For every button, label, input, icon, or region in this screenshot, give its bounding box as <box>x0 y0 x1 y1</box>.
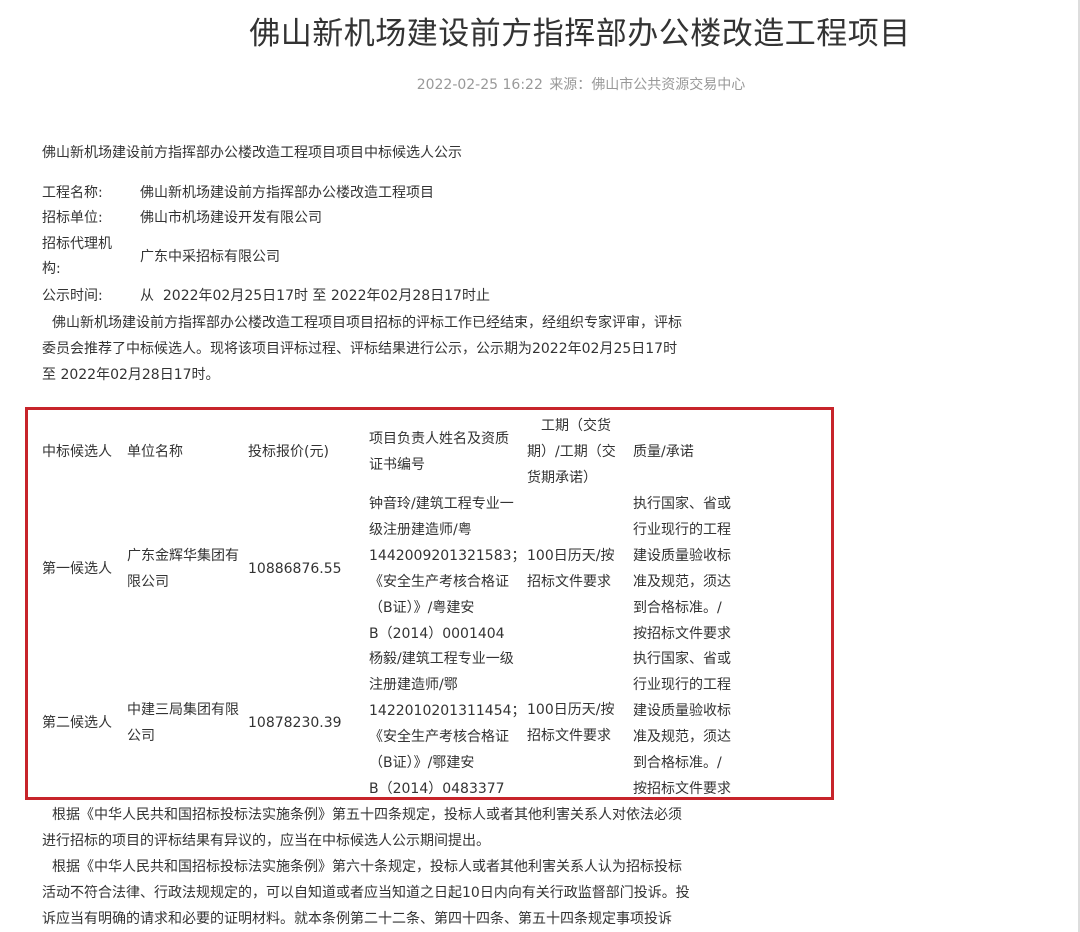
paragraph-line: 进行招标的项目的评标结果有异议的，应当在中标候选人公示期间提出。 <box>42 833 490 849</box>
intro-paragraph: 佛山新机场建设前方指挥部办公楼改造工程项目项目招标的评标工作已经结束，经组织专家… <box>42 310 742 388</box>
complaint-paragraph: 根据《中华人民共和国招标投标法实施条例》第六十条规定，投标人或者其他利害关系人认… <box>42 854 742 932</box>
field-label-line: 构: <box>42 261 61 277</box>
field-label-line: 招标代理机 <box>42 236 112 252</box>
paragraph-line: 至 2022年02月28日17时。 <box>42 367 220 383</box>
notice-heading: 佛山新机场建设前方指挥部办公楼改造工程项目项目中标候选人公示 <box>42 145 462 161</box>
paragraph-line: 活动不符合法律、行政法规规定的，可以自知道或者应当知道之日起10日内向有关行政监… <box>42 885 690 901</box>
field-label: 工程名称: <box>42 185 103 201</box>
field-value: 佛山市机场建设开发有限公司 <box>140 210 322 226</box>
field-label: 招标代理机 构: <box>42 232 122 282</box>
field-value: 广东中采招标有限公司 <box>140 249 280 265</box>
article-meta: 2022-02-25 16:22 来源：佛山市公共资源交易中心 <box>0 74 1080 94</box>
publish-date: 2022-02-25 16:22 <box>416 77 543 93</box>
source-label: 来源： <box>549 77 592 93</box>
field-value: 从 2022年02月25日17时 至 2022年02月28日17时止 <box>140 288 490 304</box>
article-page: 佛山新机场建设前方指挥部办公楼改造工程项目 2022-02-25 16:22 来… <box>0 0 1080 932</box>
field-label: 招标单位: <box>42 210 103 226</box>
field-label: 公示时间: <box>42 288 103 304</box>
paragraph-line: 根据《中华人民共和国招标投标法实施条例》第五十四条规定，投标人或者其他利害关系人… <box>52 807 682 823</box>
paragraph-line: 佛山新机场建设前方指挥部办公楼改造工程项目项目招标的评标工作已经结束，经组织专家… <box>52 315 682 331</box>
paragraph-line: 根据《中华人民共和国招标投标法实施条例》第六十条规定，投标人或者其他利害关系人认… <box>52 859 682 875</box>
field-value: 佛山新机场建设前方指挥部办公楼改造工程项目 <box>140 185 434 201</box>
article-title: 佛山新机场建设前方指挥部办公楼改造工程项目 <box>249 16 911 52</box>
candidates-highlight-frame <box>25 407 834 800</box>
objection-paragraph: 根据《中华人民共和国招标投标法实施条例》第五十四条规定，投标人或者其他利害关系人… <box>42 802 742 854</box>
source-name: 佛山市公共资源交易中心 <box>591 77 746 93</box>
paragraph-line: 诉应当有明确的请求和必要的证明材料。就本条例第二十二条、第四十四条、第五十四条规… <box>42 911 672 927</box>
paragraph-line: 委员会推荐了中标候选人。现将该项目评标过程、评标结果进行公示，公示期为2022年… <box>42 341 678 357</box>
